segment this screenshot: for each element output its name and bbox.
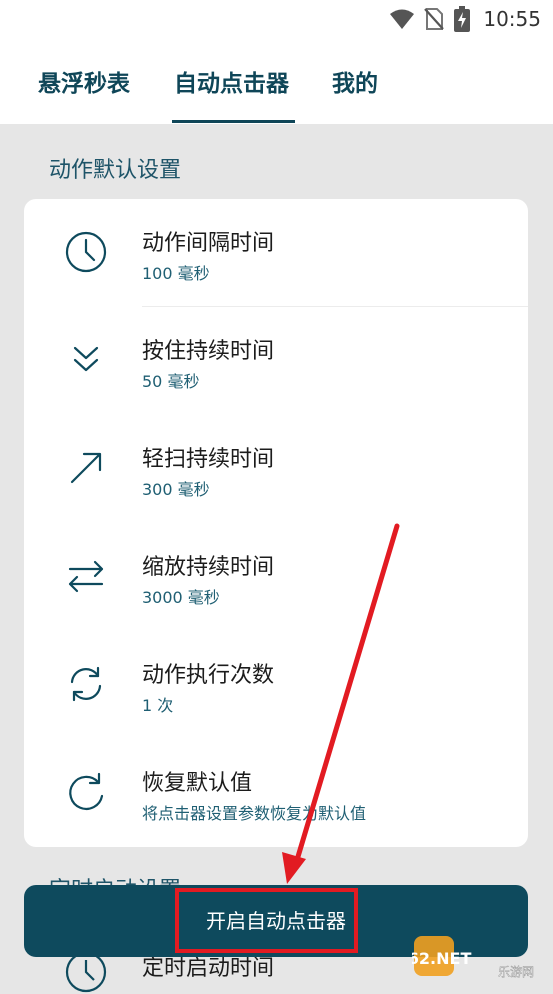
watermark-text: 962.NET xyxy=(412,949,471,968)
watermark-caption: 乐游网 xyxy=(498,965,534,979)
annotation-arrow xyxy=(282,523,400,884)
watermark-logo: 962.NET 乐游网 xyxy=(412,936,534,979)
